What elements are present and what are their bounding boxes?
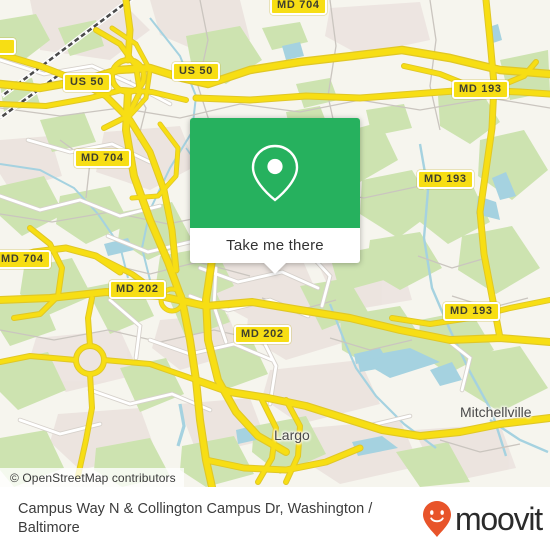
location-popup-card[interactable]: Take me there bbox=[190, 118, 360, 274]
road-shield: US 50 bbox=[172, 62, 221, 81]
place-label: Largo bbox=[274, 427, 310, 443]
road-shield bbox=[0, 38, 16, 55]
bottom-info-bar: Campus Way N & Collington Campus Dr, Was… bbox=[0, 487, 550, 550]
map-pin-icon bbox=[251, 144, 299, 202]
moovit-pin-smiley-icon bbox=[422, 500, 451, 537]
popup-pointer-tail bbox=[264, 263, 286, 274]
road-shield: MD 704 bbox=[74, 149, 131, 168]
moovit-brand[interactable]: moovit bbox=[422, 500, 543, 538]
moovit-wordmark: moovit bbox=[454, 500, 543, 537]
road-shield: MD 202 bbox=[109, 280, 166, 299]
map-canvas[interactable]: MD 704 US 50 US 50 MD 193 MD 704 MD 193 MD 704… bbox=[0, 0, 550, 487]
road-shield: MD 193 bbox=[443, 302, 500, 321]
osm-attribution[interactable]: © OpenStreetMap contributors bbox=[0, 468, 184, 487]
take-me-there-label: Take me there bbox=[226, 237, 324, 254]
moovit-map-screenshot: MD 704 US 50 US 50 MD 193 MD 704 MD 193 MD 704… bbox=[0, 0, 550, 550]
road-shield: MD 704 bbox=[0, 250, 51, 269]
road-shield: MD 704 bbox=[270, 0, 327, 15]
place-label: Mitchellville bbox=[460, 404, 532, 420]
osm-attribution-text: © OpenStreetMap contributors bbox=[10, 470, 176, 485]
road-shield: MD 202 bbox=[234, 325, 291, 344]
popup-header bbox=[190, 118, 360, 228]
road-shield: MD 193 bbox=[452, 80, 509, 99]
location-address: Campus Way N & Collington Campus Dr, Was… bbox=[18, 500, 373, 536]
road-shield: US 50 bbox=[63, 73, 112, 92]
popup-footer[interactable]: Take me there bbox=[190, 228, 360, 274]
road-shield: MD 193 bbox=[417, 170, 474, 189]
